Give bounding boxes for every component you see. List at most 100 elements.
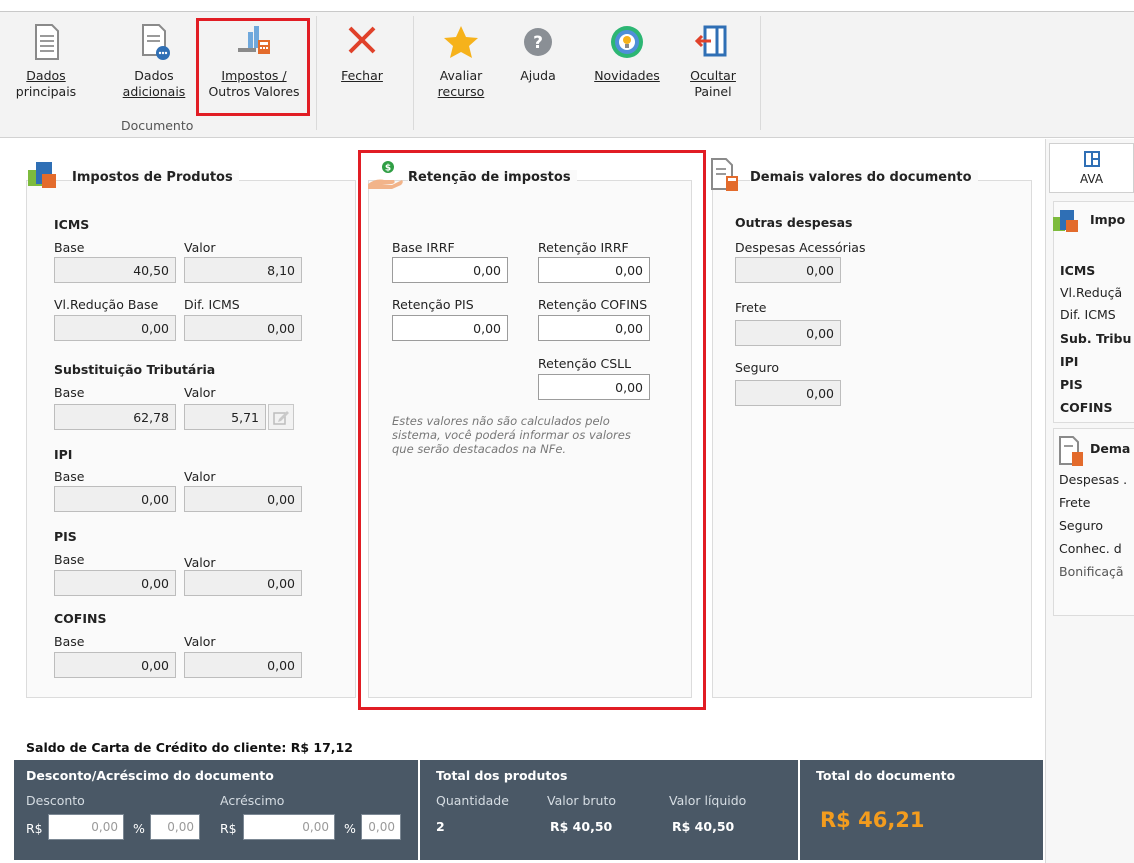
valor-bruto-label: Valor bruto: [547, 793, 617, 808]
products-tax-icon: [1050, 206, 1086, 238]
ipi-base-field[interactable]: 0,00: [54, 486, 176, 512]
ribbon-separator: [316, 16, 317, 130]
valor-bruto-value: R$ 40,50: [550, 819, 613, 834]
st-valor-label: Valor: [184, 385, 216, 400]
desconto-currency-label: R$: [26, 821, 43, 836]
ocultar-line2: Painel: [694, 84, 732, 99]
side-demais-title: Dema: [1090, 441, 1131, 456]
side-item: ICMS: [1060, 263, 1096, 278]
side-item: COFINS: [1060, 400, 1113, 415]
acrescimo-percent-label: %: [344, 821, 356, 836]
dif-icms-field[interactable]: 0,00: [184, 315, 302, 341]
total-produtos-title: Total dos produtos: [436, 768, 568, 783]
ocultar-painel-button[interactable]: Ocultar Painel: [680, 16, 746, 124]
svg-text:?: ?: [533, 33, 543, 53]
ribbon-separator: [760, 16, 761, 130]
side-item: Dif. ICMS: [1060, 307, 1116, 322]
star-icon: [441, 22, 481, 62]
pis-base-label: Base: [54, 552, 85, 567]
cofins-valor-label: Valor: [184, 634, 216, 649]
ipi-title: IPI: [54, 447, 73, 462]
pis-base-field[interactable]: 0,00: [54, 570, 176, 596]
saldo-credito: Saldo de Carta de Crédito do cliente: R$…: [26, 740, 353, 755]
dados-adicionais-line1: Dados: [134, 68, 174, 83]
fechar-button[interactable]: Fechar: [330, 16, 394, 124]
dados-adicionais-button[interactable]: Dados adicionais: [112, 16, 196, 124]
acrescimo-valor-input[interactable]: 0,00: [243, 814, 335, 840]
dados-principais-button[interactable]: Dados principais: [6, 16, 86, 124]
cofins-valor-field[interactable]: 0,00: [184, 652, 302, 678]
desconto-label: Desconto: [26, 793, 85, 808]
frete-field[interactable]: 0,00: [735, 320, 841, 346]
side-demais-item: Seguro: [1059, 518, 1103, 533]
fechar-label: Fechar: [341, 68, 383, 83]
ipi-valor-label: Valor: [184, 469, 216, 484]
vl-reducao-label: Vl.Redução Base: [54, 297, 159, 312]
side-demais-item: Bonificaçã: [1059, 564, 1124, 579]
seguro-label: Seguro: [735, 360, 779, 375]
st-valor-field[interactable]: 5,71: [184, 404, 266, 430]
side-demais-item: Despesas .: [1059, 472, 1128, 487]
desconto-percent-input[interactable]: 0,00: [150, 814, 200, 840]
highlight-impostos-button: [196, 18, 310, 116]
window-top-border: [0, 0, 1134, 12]
pis-valor-field[interactable]: 0,00: [184, 570, 302, 596]
avaliar-recurso-button[interactable]: Avaliar recurso: [428, 16, 494, 124]
dados-principais-line1: Dados: [26, 68, 66, 83]
despesas-acessorias-field[interactable]: 0,00: [735, 257, 841, 283]
valor-liquido-label: Valor líquido: [669, 793, 747, 808]
impostos-produtos-title: Impostos de Produtos: [72, 170, 239, 185]
lightbulb-icon: [607, 22, 647, 62]
acrescimo-currency-label: R$: [220, 821, 237, 836]
vl-reducao-field[interactable]: 0,00: [54, 315, 176, 341]
side-demais-item: Frete: [1059, 495, 1091, 510]
desconto-valor-input[interactable]: 0,00: [48, 814, 124, 840]
panel-icon: [1083, 151, 1100, 167]
footer-separator: [798, 760, 800, 860]
acrescimo-percent-input[interactable]: 0,00: [361, 814, 401, 840]
dif-icms-label: Dif. ICMS: [184, 297, 240, 312]
st-base-field[interactable]: 62,78: [54, 404, 176, 430]
icms-base-field[interactable]: 40,50: [54, 257, 176, 283]
quantidade-label: Quantidade: [436, 793, 509, 808]
icms-base-label: Base: [54, 240, 85, 255]
total-documento-value: R$ 46,21: [820, 808, 925, 832]
cofins-title: COFINS: [54, 611, 107, 626]
side-item: IPI: [1060, 354, 1079, 369]
ipi-valor-field[interactable]: 0,00: [184, 486, 302, 512]
side-item: Vl.Reduçã: [1060, 285, 1123, 300]
edit-st-button[interactable]: [268, 404, 294, 430]
despesas-acessorias-label: Despesas Acessórias: [735, 240, 866, 255]
icms-valor-label: Valor: [184, 240, 216, 255]
ava-button[interactable]: AVA: [1049, 143, 1134, 193]
outras-despesas-title: Outras despesas: [735, 215, 853, 230]
group-caption-documento: Documento: [121, 118, 194, 133]
document-more-icon: [134, 22, 174, 62]
side-impostos-title: Impo: [1090, 212, 1126, 227]
st-title: Substituição Tributária: [54, 362, 216, 377]
ajuda-button[interactable]: ? Ajuda: [510, 16, 566, 124]
seguro-field[interactable]: 0,00: [735, 380, 841, 406]
close-icon: [342, 22, 382, 62]
valor-liquido-value: R$ 40,50: [672, 819, 735, 834]
document-calculator-icon: [708, 156, 742, 194]
ribbon-separator: [413, 16, 414, 130]
icms-valor-field[interactable]: 8,10: [184, 257, 302, 283]
ajuda-label: Ajuda: [520, 68, 556, 83]
hide-panel-icon: [693, 22, 733, 62]
demais-title: Demais valores do documento: [750, 170, 978, 185]
side-item: PIS: [1060, 377, 1083, 392]
highlight-retencao-panel: [358, 150, 706, 710]
frete-label: Frete: [735, 300, 767, 315]
acrescimo-label: Acréscimo: [220, 793, 285, 808]
dados-principais-line2: principais: [15, 84, 77, 99]
pis-title: PIS: [54, 529, 77, 544]
cofins-base-field[interactable]: 0,00: [54, 652, 176, 678]
dados-adicionais-line2: adicionais: [122, 84, 186, 99]
quantidade-value: 2: [436, 819, 445, 834]
cofins-base-label: Base: [54, 634, 85, 649]
total-documento-title: Total do documento: [816, 768, 956, 783]
icms-title: ICMS: [54, 217, 90, 232]
avaliar-line2: recurso: [437, 84, 485, 99]
novidades-button[interactable]: Novidades: [586, 16, 668, 124]
